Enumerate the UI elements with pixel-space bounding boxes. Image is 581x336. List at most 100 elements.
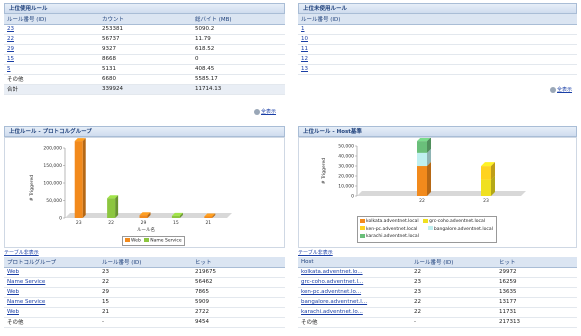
y-tick-label: 20,000 <box>338 174 354 180</box>
panel-title: 上位未使用ルール <box>298 3 577 14</box>
hits-cell: 9454 <box>192 317 285 328</box>
rule-id-cell[interactable]: 1 <box>298 24 577 35</box>
table-row: その他 -217313 <box>298 317 577 328</box>
protocol-group-cell: その他 <box>4 317 99 328</box>
rule-id-cell[interactable]: 13 <box>298 64 577 75</box>
host-cell-link[interactable]: karachi.adventnet.lo... <box>301 309 363 315</box>
rule-id-cell-link[interactable]: 10 <box>301 36 308 42</box>
rule-id-cell-link[interactable]: 12 <box>301 56 308 62</box>
host-cell-link[interactable]: ken-pc.adventnet.lo... <box>301 289 361 295</box>
hide-table-link[interactable]: テーブル非表示 <box>298 249 333 256</box>
host-cell[interactable]: bangalore.adventnet.l... <box>298 297 411 308</box>
table-row: Web 29 7865 <box>4 287 285 298</box>
rule-id-cell[interactable]: 10 <box>298 34 577 45</box>
col-rule-id[interactable]: ルール番号 (ID) <box>298 14 577 25</box>
bar-15 <box>171 215 180 218</box>
hits-cell: 56462 <box>192 277 285 288</box>
col-count[interactable]: カウント <box>99 14 192 25</box>
host-cell[interactable]: ken-pc.adventnet.lo... <box>298 287 411 298</box>
rule-id-cell-link[interactable]: 22 <box>7 36 14 42</box>
protocol-group-chart: 0 50,000 100,000 150,000 200,000 # Triggered ル… <box>4 137 285 248</box>
rule-id-cell-link[interactable]: 13 <box>301 66 308 72</box>
table-row: 29 9327 618.52 <box>4 44 285 55</box>
table-row: 22 56737 11.79 <box>4 34 285 45</box>
total-label: 合計 <box>4 84 99 95</box>
rule-id-cell-link[interactable]: 29 <box>7 46 14 52</box>
top-used-rules-table: ルール番号 (ID) カウント 総バイト (MB) 23 253381 5090.2… <box>4 14 285 95</box>
legend-swatch-ken-pc <box>360 226 365 230</box>
protocol-group-cell-link[interactable]: Web <box>7 289 19 295</box>
table-row: ken-pc.adventnet.lo... 23 13635 <box>298 287 577 298</box>
bar-22-series-0 <box>417 166 427 196</box>
host-cell-link[interactable]: bangalore.adventnet.l... <box>301 299 367 305</box>
hide-table-link[interactable]: テーブル非表示 <box>4 249 39 256</box>
show-all-link[interactable]: 全表示 <box>550 86 572 93</box>
bar-22-side <box>115 195 119 218</box>
x-tick-label: 15 <box>173 220 179 226</box>
host-cell: その他 <box>298 317 411 328</box>
protocol-group-cell[interactable]: Web <box>4 287 99 298</box>
rule-id-cell-link[interactable]: 5 <box>7 66 11 72</box>
rule-id-cell-link[interactable]: 23 <box>7 26 14 32</box>
table-row: karachi.adventnet.lo... 22 11731 <box>298 307 577 318</box>
table-row: Web 21 2722 <box>4 307 285 318</box>
col-protocol-group[interactable]: プロトコルグループ <box>4 257 99 268</box>
y-tick-label: 150,000 <box>43 163 62 169</box>
top-used-rules-panel: 上位使用ルール ルール番号 (ID) カウント 総バイト (MB) 23 2533… <box>4 3 285 95</box>
table-row: Web 23 219675 <box>4 267 285 278</box>
col-rule-id[interactable]: ルール番号 (ID) <box>411 257 496 268</box>
col-rule-id[interactable]: ルール番号 (ID) <box>99 257 192 268</box>
y-tick-label: 100,000 <box>43 181 62 187</box>
rule-id-cell[interactable]: 22 <box>4 34 99 45</box>
bytes-cell: 0 <box>192 54 285 65</box>
panel-title: 上位ルール - Host基準 <box>298 126 577 137</box>
rule-id-cell-link[interactable]: 11 <box>301 46 308 52</box>
host-cell[interactable]: karachi.adventnet.lo... <box>298 307 411 318</box>
legend-swatch-kolkata <box>360 218 365 223</box>
host-cell[interactable]: kolkata.adventnet.lo... <box>298 267 411 278</box>
rule-id-cell-link[interactable]: 1 <box>301 26 305 32</box>
table-row: その他 -9454 <box>4 317 285 328</box>
rule-id-cell[interactable]: 12 <box>298 54 577 65</box>
table-row: 12 <box>298 54 577 65</box>
protocol-group-cell-link[interactable]: Web <box>7 309 19 315</box>
host-table-panel: Host ルール番号 (ID) ヒット kolkata.adventnet.lo… <box>298 257 577 328</box>
protocol-group-cell-link[interactable]: Name Service <box>7 279 45 285</box>
rule-id-cell-link[interactable]: 15 <box>7 56 14 62</box>
protocol-group-cell-link[interactable]: Name Service <box>7 299 45 305</box>
rule-id-cell[interactable]: 5 <box>4 64 99 75</box>
protocol-group-cell[interactable]: Web <box>4 267 99 278</box>
col-hits[interactable]: ヒット <box>192 257 285 268</box>
hits-cell: 13177 <box>496 297 577 308</box>
show-all-link[interactable]: 全表示 <box>254 108 276 115</box>
protocol-group-cell[interactable]: Name Service <box>4 297 99 308</box>
bar-22-series-0-side <box>427 162 431 196</box>
hits-cell: 2722 <box>192 307 285 318</box>
y-axis-label: # Triggered <box>321 158 327 184</box>
x-axis-label: ルール名 <box>137 226 155 233</box>
host-cell-link[interactable]: grc-coho.adventnet.l... <box>301 279 363 285</box>
show-all-icon <box>254 108 260 115</box>
col-hits[interactable]: ヒット <box>496 257 577 268</box>
col-host[interactable]: Host <box>298 257 411 268</box>
legend-swatch-karachi <box>360 233 365 238</box>
y-axis-label: # Triggered <box>29 175 35 201</box>
rule-id-cell[interactable]: 29 <box>4 44 99 55</box>
chart-floor <box>357 191 526 196</box>
col-bytes[interactable]: 総バイト (MB) <box>192 14 285 25</box>
x-tick-label: 29 <box>141 220 147 226</box>
hits-cell: 29972 <box>496 267 577 278</box>
host-cell-link[interactable]: kolkata.adventnet.lo... <box>301 269 363 275</box>
rule-id-cell[interactable]: 15 <box>4 54 99 65</box>
rule-id-cell[interactable]: 11 <box>298 44 577 55</box>
rule-id-cell[interactable]: 23 <box>4 24 99 35</box>
hits-cell: 13635 <box>496 287 577 298</box>
protocol-group-cell-link[interactable]: Web <box>7 269 19 275</box>
protocol-group-cell[interactable]: Name Service <box>4 277 99 288</box>
host-cell[interactable]: grc-coho.adventnet.l... <box>298 277 411 288</box>
hits-cell: 219675 <box>192 267 285 278</box>
table-row: 15 8668 0 <box>4 54 285 65</box>
table-row: 23 253381 5090.2 <box>4 24 285 35</box>
col-rule-id[interactable]: ルール番号 (ID) <box>4 14 99 25</box>
protocol-group-cell[interactable]: Web <box>4 307 99 318</box>
